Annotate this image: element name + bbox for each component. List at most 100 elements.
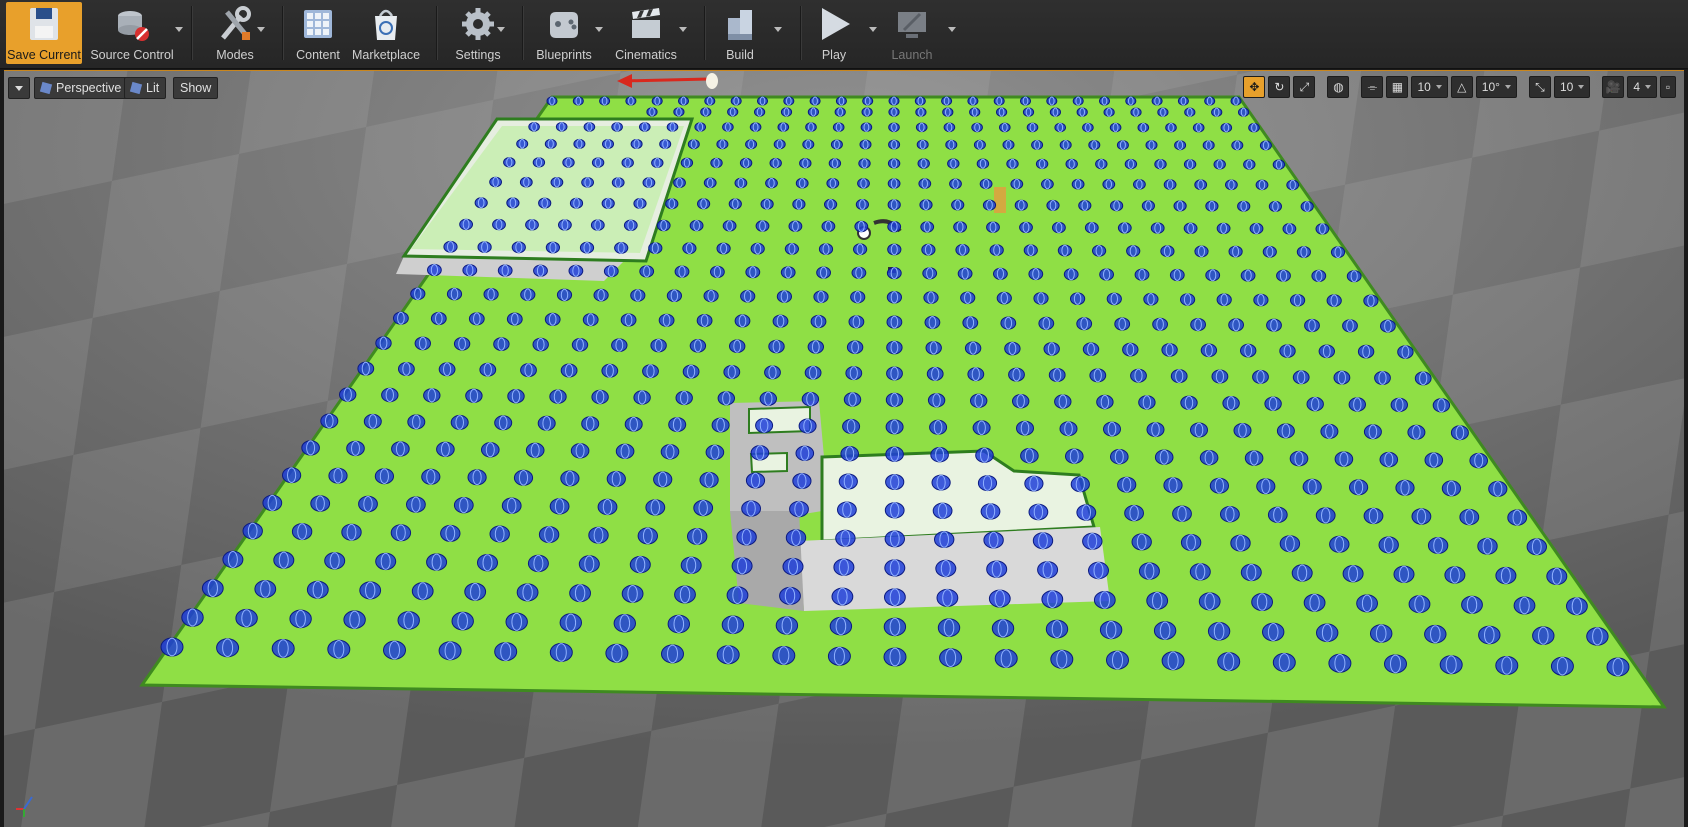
launch-button[interactable]: Launch [886,2,938,64]
content-button[interactable]: Content [292,2,344,64]
nav-sphere [920,221,935,233]
marketplace-icon [366,4,406,44]
perspective-button[interactable]: Perspective [34,77,129,99]
blueprints-button[interactable]: Blueprints [532,2,596,64]
play-button[interactable]: Play [810,2,858,64]
axis-gizmo [16,796,33,817]
nav-sphere [996,107,1008,117]
nav-sphere [383,640,406,660]
nav-sphere [645,499,666,516]
nav-sphere [605,643,629,663]
nav-sphere [755,418,774,433]
nav-sphere [1110,200,1124,212]
nav-sphere [853,243,868,256]
nav-sphere [930,447,949,463]
nav-sphere [1216,293,1232,306]
nav-sphere [682,242,697,255]
nav-sphere [327,639,351,659]
lit-button[interactable]: Lit [124,77,167,99]
world-local-icon[interactable]: ◍ [1327,76,1350,98]
nav-sphere [813,290,829,304]
rotation-snap-value[interactable]: 10° [1475,76,1517,98]
nav-sphere [858,158,871,169]
rotate-tool-icon[interactable]: ↻ [1268,76,1291,98]
source-control-dropdown[interactable] [172,22,186,36]
build-button[interactable]: Build [716,2,764,64]
save-current-button[interactable]: Save Current [6,2,82,64]
blueprints-dropdown[interactable] [592,22,606,36]
grid-snap-value[interactable]: 10 [1411,76,1448,98]
show-button[interactable]: Show [173,77,219,99]
modes-dropdown[interactable] [254,22,268,36]
scale-snap-value[interactable]: 10 [1553,76,1591,98]
nav-sphere [1169,268,1185,282]
nav-sphere [599,96,611,106]
nav-sphere [888,122,900,133]
nav-sphere [201,579,224,598]
nav-sphere [1153,621,1177,640]
nav-sphere [1146,422,1165,438]
viewport-options-button[interactable] [8,77,30,99]
nav-sphere [519,176,533,188]
nav-sphere [560,363,578,378]
nav-sphere [1048,368,1066,382]
nav-sphere [497,264,513,277]
nav-sphere [1174,140,1187,151]
nav-sphere [1020,448,1039,464]
nav-sphere [1303,593,1326,612]
nav-sphere [986,221,1000,233]
surface-snap-icon[interactable]: ⌯ [1361,76,1384,98]
nav-sphere [588,526,609,544]
nav-sphere [809,96,821,106]
nav-sphere [1478,625,1501,645]
nav-sphere [1190,422,1208,438]
scale-tool-icon[interactable]: ⤢ [1293,76,1316,98]
nav-sphere [831,587,854,606]
nav-sphere [723,365,741,379]
nav-sphere [324,552,346,570]
camera-speed-value[interactable]: 4 [1627,76,1657,98]
play-dropdown[interactable] [866,22,880,36]
level-viewport[interactable]: Perspective Lit Show ✥ ↻ ⤢ ◍ ⌯ ▦ 10 △ 10… [4,70,1684,827]
cinematics-icon [626,4,666,44]
nav-sphere [658,313,675,327]
nav-sphere [556,288,573,302]
cinematics-dropdown[interactable] [676,22,690,36]
nav-sphere [391,441,410,457]
maximize-viewport-icon[interactable]: ▫ [1660,76,1676,98]
nav-sphere [633,198,647,209]
cinematics-button[interactable]: Cinematics [612,2,680,64]
translate-tool-icon[interactable]: ✥ [1243,76,1266,98]
nav-sphere [532,337,549,352]
nav-sphere [887,243,902,256]
nav-sphere [842,418,861,434]
nav-sphere [937,618,961,638]
settings-dropdown[interactable] [494,22,508,36]
nav-sphere [687,139,700,150]
nav-sphere [1198,592,1221,611]
nav-sphere [726,586,749,605]
nav-sphere [816,266,831,279]
nav-sphere [1026,122,1039,133]
nav-sphere [967,367,985,382]
marketplace-button[interactable]: Marketplace [350,2,422,64]
nav-sphere [1220,122,1233,133]
nav-sphere [734,314,751,328]
source-control-button[interactable]: Source Control [88,2,176,64]
grid-snap-icon[interactable]: ▦ [1386,76,1409,98]
rotation-snap-icon[interactable]: △ [1450,76,1473,98]
camera-speed-icon[interactable]: 🎥 [1602,76,1625,98]
nav-sphere [1329,535,1350,553]
nav-sphere [1106,292,1122,306]
build-dropdown[interactable] [771,22,785,36]
nav-sphere [503,157,516,168]
nav-sphere [489,176,503,188]
nav-sphere [1130,368,1147,383]
scale-snap-icon[interactable]: ⤡ [1528,76,1551,98]
nav-sphere [479,362,497,377]
nav-sphere [562,157,575,168]
launch-dropdown[interactable] [945,22,959,36]
nav-sphere [736,528,757,546]
nav-sphere [851,266,867,279]
audio-actor-icon[interactable] [994,187,1006,213]
